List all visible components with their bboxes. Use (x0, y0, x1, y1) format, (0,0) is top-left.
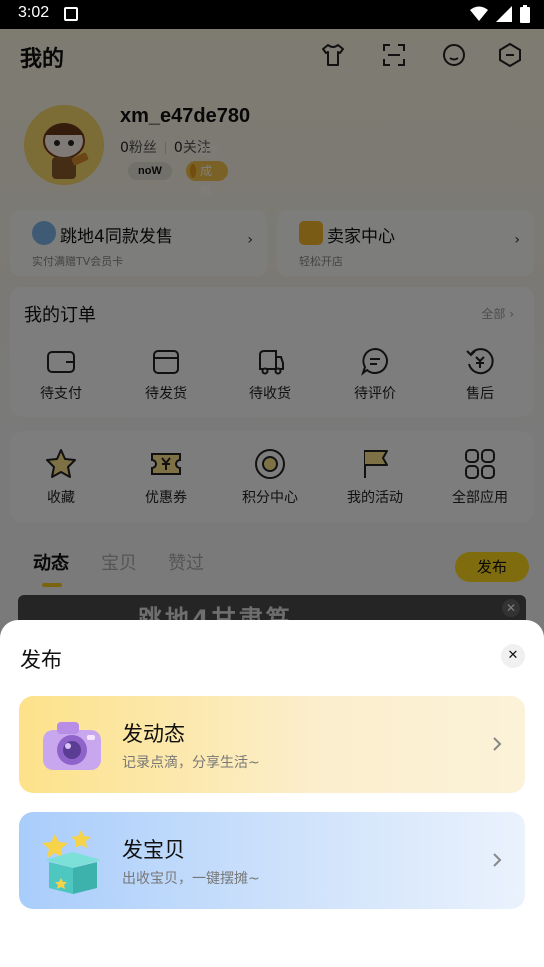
chevron-right-icon (493, 737, 502, 751)
camera-icon (43, 722, 101, 770)
post-moment-option[interactable]: 发动态 记录点滴，分享生活~ (19, 696, 525, 793)
app-notification-icon (64, 7, 78, 21)
status-bar: 3:02 (0, 0, 544, 29)
signal-icon (496, 6, 512, 22)
battery-icon (520, 5, 530, 23)
option-title: 发动态 (122, 722, 185, 746)
option-subtitle: 出收宝贝，一键摆摊~ (122, 871, 260, 887)
post-item-option[interactable]: 发宝贝 出收宝贝，一键摆摊~ (19, 812, 525, 909)
status-time: 3:02 (18, 4, 50, 21)
close-icon[interactable]: ✕ (501, 644, 525, 668)
option-title: 发宝贝 (122, 838, 185, 862)
gift-box-icon (42, 830, 101, 894)
publish-sheet: 发布 ✕ 发动态 记录点滴，分享生活~ 发宝贝 出收宝贝，一键摆摊~ (0, 620, 544, 967)
sheet-title: 发布 (20, 648, 62, 672)
wifi-icon (470, 6, 488, 21)
option-subtitle: 记录点滴，分享生活~ (122, 755, 260, 771)
chevron-right-icon (493, 853, 502, 867)
